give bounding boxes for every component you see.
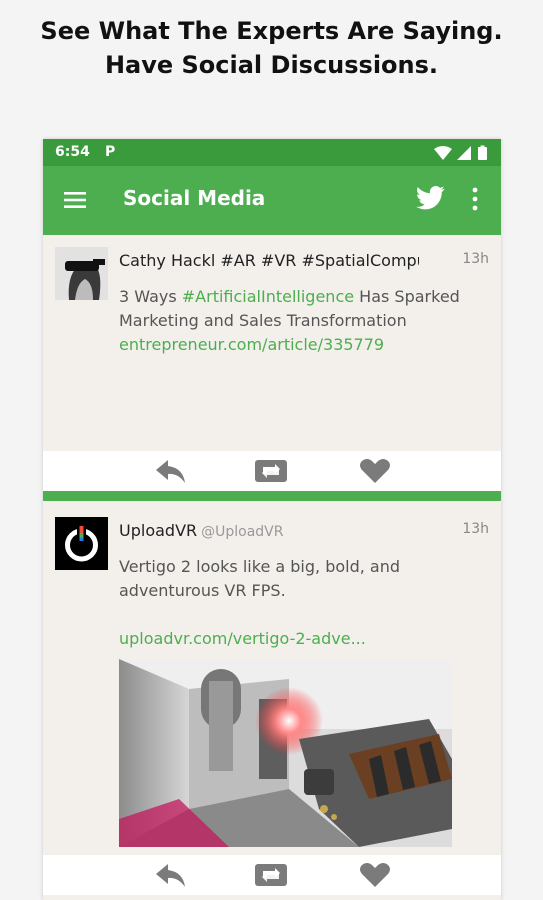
reply-icon[interactable] — [153, 457, 187, 485]
tweet-action-bar — [43, 451, 501, 491]
tweet-hashtag[interactable]: #ArtificialIntelligence — [182, 287, 354, 306]
tweet-link[interactable]: uploadvr.com/vertigo-2-adve... — [119, 629, 366, 648]
tweet-text-start: 3 Ways — [119, 287, 182, 306]
tweet-author-name[interactable]: UploadVR — [119, 521, 197, 540]
battery-icon — [478, 145, 487, 160]
tweet-author-line: UploadVR @UploadVR — [119, 521, 419, 540]
promo-headline: See What The Experts Are Saying. Have So… — [0, 14, 543, 82]
hamburger-menu-icon[interactable] — [63, 188, 87, 212]
status-app-indicator: P — [105, 144, 116, 160]
tweet-feed: Cathy Hackl #AR #VR #SpatialComputing 13… — [43, 235, 501, 900]
tweet-text-content: Vertigo 2 looks like a big, bold, and ad… — [119, 557, 401, 600]
like-icon[interactable] — [358, 457, 392, 485]
avatar[interactable] — [55, 247, 108, 300]
more-vert-icon[interactable] — [467, 186, 483, 212]
twitter-bird-icon[interactable] — [415, 183, 445, 213]
app-title: Social Media — [123, 186, 266, 210]
retweet-icon[interactable] — [254, 457, 288, 485]
retweet-icon[interactable] — [254, 861, 288, 889]
avatar[interactable] — [55, 517, 108, 570]
cellular-signal-icon — [457, 146, 471, 160]
tweet-media-image[interactable] — [119, 659, 452, 847]
headline-line-2: Have Social Discussions. — [104, 51, 439, 79]
app-bar: Social Media — [43, 166, 501, 235]
status-icons — [433, 145, 491, 165]
wifi-icon — [434, 146, 452, 160]
tweet-card[interactable]: Cathy Hackl #AR #VR #SpatialComputing 13… — [43, 235, 501, 451]
reply-icon[interactable] — [153, 861, 187, 889]
status-time: 6:54 — [55, 144, 90, 160]
phone-screen: 6:54 P Social Media Cathy Hackl #AR #VR … — [43, 139, 501, 900]
status-bar: 6:54 P — [43, 139, 501, 166]
tweet-author-handle[interactable]: @UploadVR — [201, 524, 283, 540]
tweet-text: Vertigo 2 looks like a big, bold, and ad… — [119, 555, 489, 651]
headline-line-1: See What The Experts Are Saying. — [40, 17, 503, 45]
tweet-action-bar — [43, 855, 501, 895]
tweet-author-line: Cathy Hackl #AR #VR #SpatialComputing — [119, 251, 419, 270]
tweet-timestamp: 13h — [462, 521, 489, 537]
tweet-author-name[interactable]: Cathy Hackl #AR #VR #SpatialComputing — [119, 251, 419, 270]
tweet-text: 3 Ways #ArtificialIntelligence Has Spark… — [119, 285, 489, 357]
tweet-link[interactable]: entrepreneur.com/article/335779 — [119, 335, 384, 354]
tweet-divider — [43, 491, 501, 501]
like-icon[interactable] — [358, 861, 392, 889]
tweet-timestamp: 13h — [462, 251, 489, 267]
